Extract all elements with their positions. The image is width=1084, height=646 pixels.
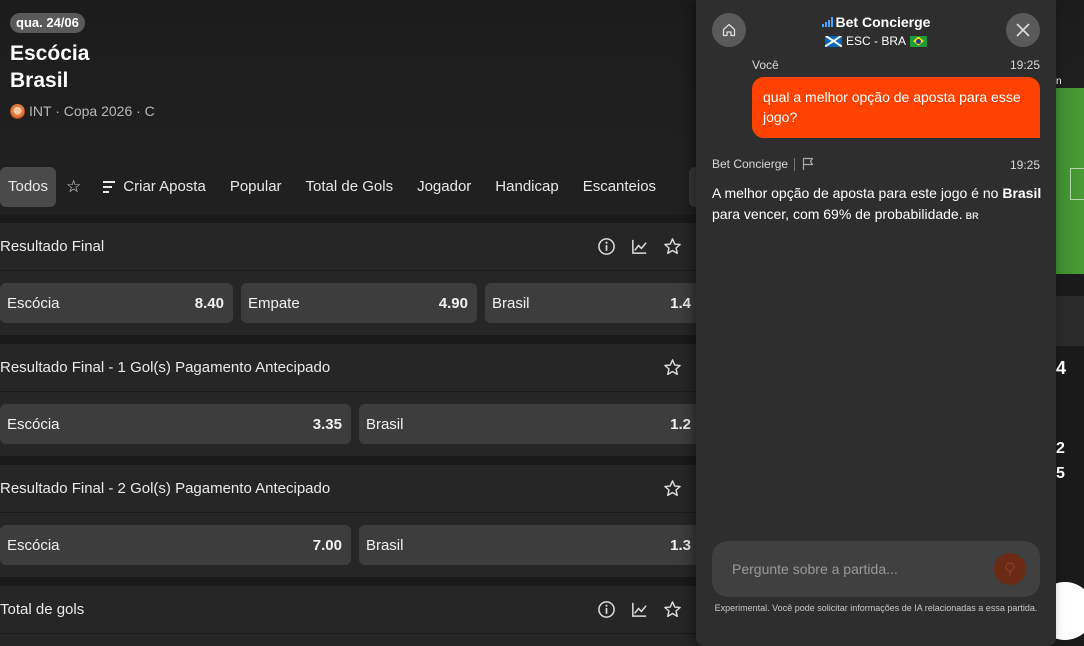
send-button[interactable] [994, 553, 1026, 585]
chat-subtitle-text: ESC - BRA [845, 34, 906, 48]
flag-report-icon[interactable] [801, 157, 815, 171]
league-icon [10, 103, 25, 119]
info-icon[interactable] [597, 600, 616, 619]
odd-value: 1.4 [670, 294, 691, 312]
market-header[interactable]: Resultado Final - 1 Gol(s) Pagamento Ant… [0, 344, 700, 392]
stats-chart-icon[interactable] [630, 237, 649, 256]
odd-button-brasil[interactable]: Brasil 1.2 [358, 404, 700, 444]
tab-todos[interactable]: Todos [0, 166, 57, 207]
market-header[interactable]: Total de gols [0, 586, 700, 634]
odd-button-escocia[interactable]: Escócia 8.40 [0, 283, 233, 323]
edge-score: 4 [1056, 358, 1067, 378]
edge-number: 2 [1056, 440, 1065, 457]
close-icon [1016, 23, 1030, 37]
bot-label: Bet Concierge [712, 157, 815, 171]
close-button[interactable] [1006, 13, 1040, 47]
odd-value: 3.35 [312, 415, 342, 433]
odd-label: Empate [248, 294, 300, 312]
stats-chart-icon[interactable] [630, 600, 649, 619]
odd-value: 7.00 [312, 536, 342, 554]
edge-number: 5 [1056, 465, 1065, 482]
odd-button-escocia[interactable]: Escócia 7.00 [0, 525, 351, 565]
bot-message-highlight: Brasil [1002, 185, 1042, 201]
favorite-star-icon[interactable] [663, 237, 682, 256]
user-timestamp: 19:25 [1010, 58, 1041, 72]
tab-criar-aposta-label: Criar Aposta [123, 177, 206, 195]
chat-title-text: Bet Concierge [835, 14, 931, 30]
tab-popular[interactable]: Popular [218, 167, 294, 207]
chat-subtitle: ESC - BRA [696, 34, 1056, 48]
tab-criar-aposta[interactable]: Criar Aposta [91, 167, 218, 207]
info-icon[interactable] [597, 237, 616, 256]
bot-timestamp: 19:25 [1010, 158, 1041, 172]
favorite-star-icon[interactable] [663, 600, 682, 619]
odd-value: 4.90 [438, 294, 468, 312]
market-title: Total de gols [0, 601, 85, 618]
market-resultado-final-2-gols: Resultado Final - 2 Gol(s) Pagamento Ant… [0, 465, 700, 577]
field-preview [1056, 88, 1084, 274]
bet-builder-icon [103, 180, 116, 193]
divider [794, 157, 796, 171]
odd-button-escocia[interactable]: Escócia 3.35 [0, 404, 351, 444]
team-home: Escócia [10, 42, 90, 65]
user-message-bubble: qual a melhor opção de aposta para esse … [752, 77, 1040, 138]
tab-total-gols[interactable]: Total de Gols [294, 167, 406, 207]
tab-escanteios[interactable]: Escanteios [571, 167, 668, 207]
favorite-star-icon[interactable] [663, 358, 682, 377]
favorites-star-icon[interactable]: ☆ [56, 167, 91, 207]
tab-handicap[interactable]: Handicap [483, 167, 570, 207]
user-label: Você [752, 58, 779, 72]
bot-message-text: A melhor opção de aposta para este jogo … [712, 185, 1003, 201]
market-title: Resultado Final - 1 Gol(s) Pagamento Ant… [0, 359, 331, 376]
market-resultado-final: Resultado Final Escócia 8.40 Empate 4.90… [0, 223, 700, 335]
league-label: INT · Copa 2026 · C [29, 103, 155, 119]
chat-panel: Bet Concierge ESC - BRA Você 19:25 qual … [696, 0, 1056, 646]
odd-label: Brasil [365, 415, 404, 433]
odd-value: 1.2 [670, 415, 691, 433]
date-badge: qua. 24/06 [10, 13, 85, 33]
market-title: Resultado Final - 2 Gol(s) Pagamento Ant… [0, 480, 331, 497]
tab-jogador[interactable]: Jogador [405, 167, 483, 207]
market-total-de-gols: Total de gols [0, 586, 700, 646]
odd-button-brasil[interactable]: Brasil 1.4 [485, 283, 700, 323]
odd-button-empate[interactable]: Empate 4.90 [241, 283, 477, 323]
market-header[interactable]: Resultado Final [0, 223, 700, 271]
odd-label: Brasil [492, 294, 530, 312]
odd-label: Escócia [7, 415, 60, 433]
send-icon [1005, 562, 1015, 576]
chat-input[interactable] [732, 558, 982, 580]
market-resultado-final-1-gol: Resultado Final - 1 Gol(s) Pagamento Ant… [0, 344, 700, 456]
chat-title: Bet Concierge [696, 14, 1056, 30]
odd-value: 1.3 [670, 536, 691, 554]
scotland-flag-icon [824, 35, 842, 47]
chat-input-box [712, 541, 1040, 597]
signal-icon [821, 17, 833, 27]
odd-label: Brasil [365, 536, 404, 554]
bot-message-text: para vencer, com 69% de probabilidade. [712, 206, 963, 222]
league-info[interactable]: INT · Copa 2026 · C [10, 103, 155, 119]
disclaimer: Experimental. Você pode solicitar inform… [714, 603, 1038, 613]
market-header[interactable]: Resultado Final - 2 Gol(s) Pagamento Ant… [0, 465, 700, 513]
odd-value: 8.40 [194, 294, 224, 312]
team-away: Brasil [10, 69, 69, 92]
odd-label: Escócia [7, 294, 60, 312]
bot-message: A melhor opção de aposta para este jogo … [712, 183, 1044, 227]
favorite-star-icon[interactable] [663, 479, 682, 498]
bot-message-tag: BR [965, 211, 979, 221]
edge-text: n [1056, 76, 1062, 87]
bot-name: Bet Concierge [712, 157, 789, 171]
brazil-flag-icon [910, 35, 927, 47]
odd-button-brasil[interactable]: Brasil 1.3 [358, 525, 700, 565]
odd-label: Escócia [7, 536, 60, 554]
edge-panel [1056, 296, 1084, 346]
market-title: Resultado Final [0, 238, 105, 255]
